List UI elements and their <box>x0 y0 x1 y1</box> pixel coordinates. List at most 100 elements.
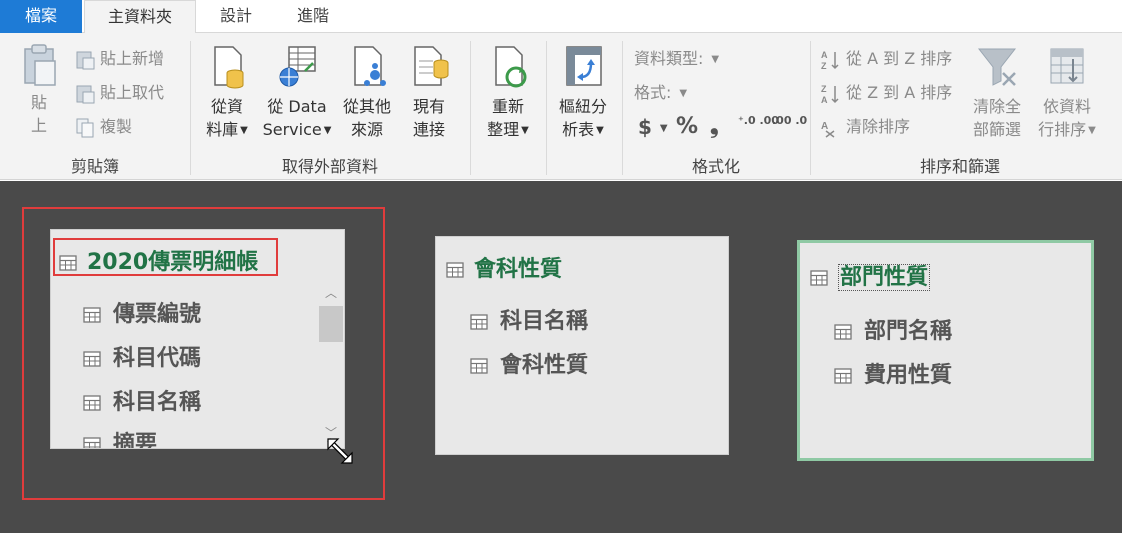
from-other-sources-button[interactable]: 從其他 來源 <box>338 41 396 141</box>
svg-text:A: A <box>821 95 828 105</box>
group-divider <box>546 41 547 175</box>
sort-ascending-label: 從 A 到 Z 排序 <box>846 49 953 68</box>
clear-sort-label: 清除排序 <box>846 117 911 136</box>
paste-replace-label: 貼上取代 <box>100 83 165 102</box>
field-row[interactable]: 會科性質 <box>470 347 588 379</box>
tab-design[interactable]: 設計 <box>198 0 274 33</box>
field-row-clip: 摘要 <box>51 426 319 448</box>
sort-ascending-button[interactable]: A Z 從 A 到 Z 排序 <box>820 47 952 71</box>
field-row[interactable]: 科目名稱 <box>470 303 588 335</box>
chevron-down-icon: ▼ <box>1088 125 1096 136</box>
ribbon-tab-bar: 檔案 主資料夾 設計 進階 <box>0 0 1122 34</box>
existing-connections-label-1: 現有 <box>412 97 445 116</box>
pivot-table-label-2: 析表 <box>562 120 595 139</box>
pivot-table-button[interactable]: 樞紐分 析表 ▼ <box>552 41 614 142</box>
vertical-scrollbar[interactable]: ︿ ﹀ <box>319 280 343 448</box>
svg-text:Z: Z <box>821 61 827 71</box>
column-icon <box>83 437 101 448</box>
column-icon <box>83 307 101 323</box>
paste-append-button[interactable]: 貼上新增 <box>74 47 164 71</box>
sort-by-column-button[interactable]: 依資料 行排序 ▼ <box>1032 41 1102 142</box>
field-name: 科目名稱 <box>500 309 589 334</box>
svg-text:A: A <box>821 50 828 60</box>
paste-replace-button[interactable]: 貼上取代 <box>74 81 164 105</box>
paste-label-1: 貼 <box>30 93 47 112</box>
paste-append-icon <box>76 51 95 69</box>
column-icon <box>470 314 488 330</box>
clear-all-filters-button[interactable]: 清除全 部篩選 <box>966 41 1028 141</box>
resize-cursor-icon <box>327 438 353 464</box>
chevron-down-icon: ▼ <box>240 125 248 136</box>
refresh-button[interactable]: 重新 整理 ▼ <box>478 41 538 142</box>
from-database-button[interactable]: 從資 料庫 ▼ <box>198 41 256 142</box>
clear-all-filters-label-2: 部篩選 <box>972 120 1021 139</box>
clear-sort-button[interactable]: A 清除排序 <box>820 115 910 139</box>
existing-connections-icon <box>414 46 449 86</box>
decrease-decimal-button[interactable]: .00 .0 <box>772 115 807 139</box>
table-title-text: 部門性質 <box>838 264 931 291</box>
other-sources-icon <box>354 46 386 86</box>
clear-all-filters-label-1: 清除全 <box>972 97 1021 116</box>
table-title[interactable]: 會科性質 <box>446 251 562 283</box>
scrollbar-thumb[interactable] <box>319 306 343 342</box>
chevron-down-icon: ▼ <box>659 122 668 134</box>
field-row[interactable]: 傳票編號 <box>83 296 201 328</box>
sort-descending-button[interactable]: Z A 從 Z 到 A 排序 <box>820 81 952 105</box>
paste-icon <box>24 44 56 86</box>
table-card-department-nature[interactable]: 部門性質 部門名稱 費用性質 <box>797 240 1094 461</box>
table-title[interactable]: 2020傳票明細帳 <box>59 244 258 276</box>
table-card-2020-voucher-detail[interactable]: 2020傳票明細帳 傳票編號 科目代碼 科目名稱 摘要 ︿ ﹀ <box>50 229 345 449</box>
from-other-sources-label-1: 從其他 <box>342 97 391 116</box>
column-icon <box>470 358 488 374</box>
database-icon <box>214 46 244 89</box>
comma-format-button[interactable]: ❟ <box>710 115 719 139</box>
ribbon: 貼 上 貼上新增 貼上取代 複製 剪貼簿 從資 料庫 ▼ 從 Data Serv… <box>0 33 1122 180</box>
refresh-icon <box>495 46 527 88</box>
currency-format-button[interactable]: $ ▼ <box>638 115 668 139</box>
paste-button[interactable]: 貼 上 <box>14 41 64 137</box>
table-title-text: 2020傳票明細帳 <box>87 250 259 275</box>
copy-button[interactable]: 複製 <box>74 115 132 139</box>
from-database-label-1: 從資 <box>210 97 243 116</box>
existing-connections-button[interactable]: 現有 連接 <box>404 41 454 141</box>
paste-replace-icon <box>76 85 95 103</box>
sort-by-column-label-1: 依資料 <box>1042 97 1091 116</box>
format-dropdown[interactable]: 格式: ▼ <box>634 81 687 105</box>
data-service-icon <box>279 46 316 87</box>
chevron-down-icon: ▼ <box>521 125 529 136</box>
field-row[interactable]: 科目名稱 <box>83 384 201 416</box>
increase-decimal-button[interactable]: ⁺.0 .00 <box>738 115 779 139</box>
column-icon <box>834 324 852 340</box>
tab-home[interactable]: 主資料夾 <box>84 0 196 34</box>
clipboard-group-label: 剪貼簿 <box>70 157 119 176</box>
from-data-service-button[interactable]: 從 Data Service ▼ <box>258 41 336 142</box>
sort-filter-group-label: 排序和篩選 <box>919 157 1000 176</box>
field-name: 會科性質 <box>500 353 589 378</box>
data-type-label: 資料類型: <box>634 49 704 68</box>
scroll-up-icon[interactable]: ︿ <box>325 284 337 301</box>
percent-format-button[interactable]: % <box>676 115 698 139</box>
paste-append-label: 貼上新增 <box>100 49 165 68</box>
diagram-canvas[interactable]: 2020傳票明細帳 傳票編號 科目代碼 科目名稱 摘要 ︿ ﹀ 會科性質 科目名… <box>0 181 1122 533</box>
sort-by-column-label-2: 行排序 <box>1038 120 1087 139</box>
field-row[interactable]: 費用性質 <box>834 357 952 389</box>
table-title[interactable]: 部門性質 <box>810 259 931 291</box>
table-card-account-nature[interactable]: 會科性質 科目名稱 會科性質 <box>435 236 729 455</box>
from-database-label-2: 料庫 <box>206 120 239 139</box>
currency-icon: $ <box>638 115 652 139</box>
data-type-dropdown[interactable]: 資料類型: ▼ <box>634 47 719 71</box>
refresh-label-1: 重新 <box>491 97 524 116</box>
tab-advanced[interactable]: 進階 <box>276 0 350 33</box>
column-icon <box>83 351 101 367</box>
column-icon <box>83 395 101 411</box>
table-icon <box>59 255 77 271</box>
existing-connections-label-2: 連接 <box>412 120 445 139</box>
svg-text:Z: Z <box>821 84 827 94</box>
table-icon <box>446 262 464 278</box>
field-row[interactable]: 科目代碼 <box>83 340 201 372</box>
copy-label: 複製 <box>100 117 133 136</box>
field-row[interactable]: 摘要 <box>83 426 157 448</box>
tab-file[interactable]: 檔案 <box>0 0 82 33</box>
field-row[interactable]: 部門名稱 <box>834 313 952 345</box>
copy-icon <box>76 118 94 137</box>
